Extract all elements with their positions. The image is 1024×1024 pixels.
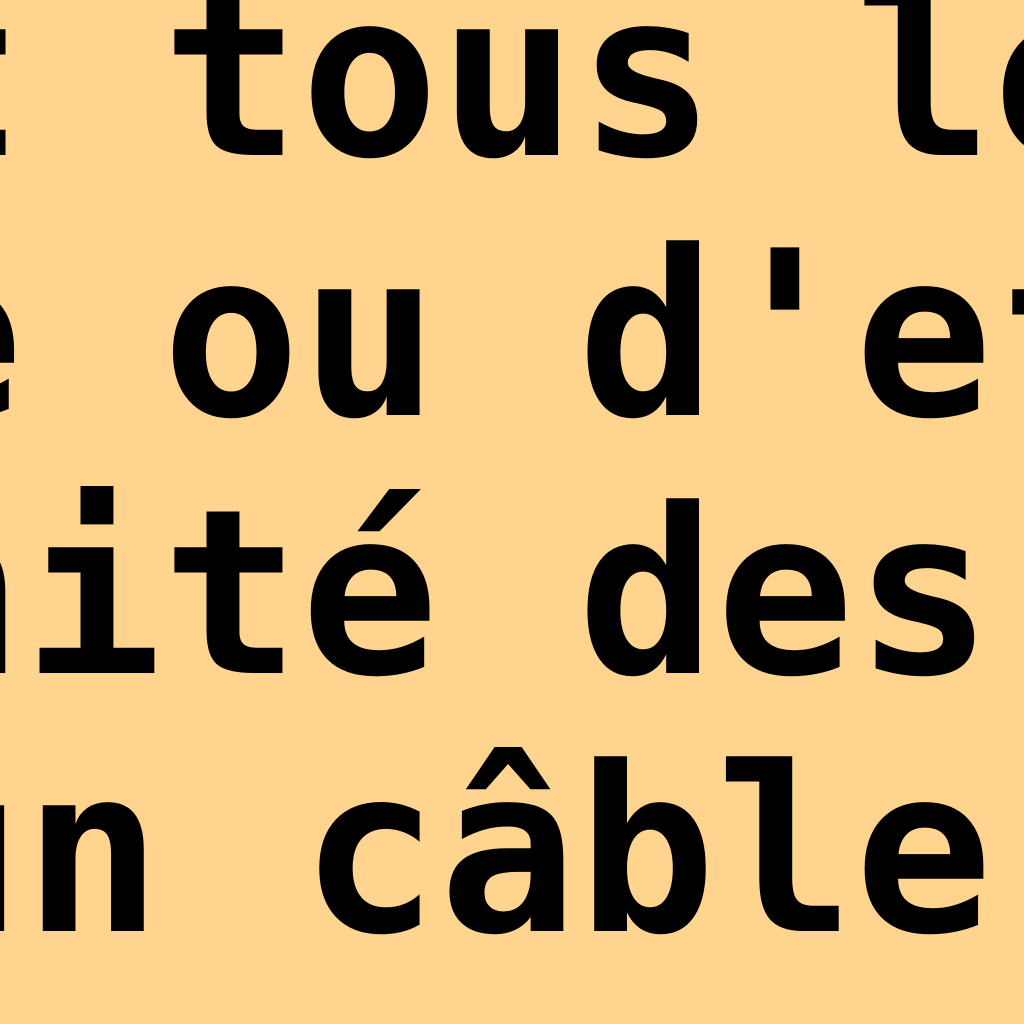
text-crop: t tous les e ou d'ef nité des un câble [0, 0, 1024, 1024]
text-line-4: un câble [0, 719, 993, 986]
text-line-1: t tous les [0, 0, 1024, 210]
text-line-3: nité des [0, 461, 993, 728]
text-line-2: e ou d'ef [0, 203, 1024, 470]
